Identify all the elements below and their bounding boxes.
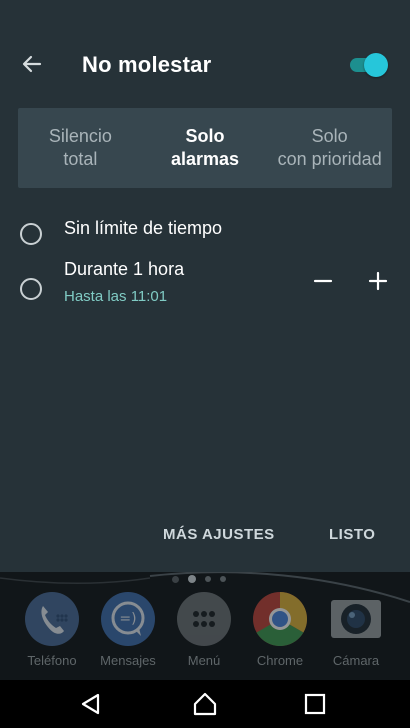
toggle-thumb bbox=[364, 53, 388, 77]
phone-icon bbox=[25, 592, 79, 646]
recents-square-icon bbox=[304, 693, 326, 715]
app-chrome[interactable]: Chrome bbox=[242, 592, 318, 668]
home-screen-dock-area: Teléfono =) Mensajes Menú Chrome Cámara bbox=[0, 572, 410, 680]
more-settings-button[interactable]: MÁS AJUSTES bbox=[163, 526, 275, 543]
home-nav-button[interactable] bbox=[191, 690, 219, 718]
do-not-disturb-panel: No molestar Silencio total Solo alarmas … bbox=[0, 0, 410, 572]
app-label: Mensajes bbox=[100, 653, 156, 668]
app-drawer[interactable]: Menú bbox=[166, 592, 242, 668]
page-indicator bbox=[172, 574, 226, 584]
mode-label: Silencio bbox=[48, 126, 112, 146]
home-icon bbox=[193, 692, 217, 716]
increase-duration-button[interactable] bbox=[364, 267, 392, 295]
page-dot bbox=[220, 576, 226, 582]
app-label: Cámara bbox=[332, 653, 380, 668]
radio-indefinite[interactable] bbox=[20, 223, 42, 245]
camera-icon bbox=[329, 592, 383, 646]
mode-label: total bbox=[63, 149, 98, 169]
app-phone[interactable]: Teléfono bbox=[14, 592, 90, 668]
mode-alarms-only[interactable]: Solo alarmas bbox=[143, 108, 268, 188]
svg-text:=): =) bbox=[119, 611, 136, 627]
recents-nav-button[interactable] bbox=[301, 690, 329, 718]
dialog-actions: MÁS AJUSTES LISTO bbox=[0, 526, 410, 550]
mode-priority-only[interactable]: Solo con prioridad bbox=[267, 108, 392, 188]
option-one-hour[interactable]: Durante 1 hora Hasta las 11:01 bbox=[0, 256, 410, 314]
back-button[interactable] bbox=[18, 50, 46, 78]
app-messages[interactable]: =) Mensajes bbox=[90, 592, 166, 668]
app-camera[interactable]: Cámara bbox=[318, 592, 394, 668]
mode-label: Solo bbox=[185, 126, 225, 146]
mode-total-silence[interactable]: Silencio total bbox=[18, 108, 143, 188]
minus-icon bbox=[313, 279, 333, 283]
back-nav-button[interactable] bbox=[77, 690, 105, 718]
decrease-duration-button[interactable] bbox=[309, 267, 337, 295]
app-label: Teléfono bbox=[27, 653, 77, 668]
messages-icon: =) bbox=[101, 592, 155, 646]
app-dock: Teléfono =) Mensajes Menú Chrome Cámara bbox=[0, 592, 410, 674]
radio-one-hour[interactable] bbox=[20, 278, 42, 300]
mode-label: Solo bbox=[311, 126, 348, 146]
done-button[interactable]: LISTO bbox=[329, 526, 375, 543]
plus-icon bbox=[368, 271, 388, 291]
screen: No molestar Silencio total Solo alarmas … bbox=[0, 0, 410, 728]
mode-label: con prioridad bbox=[277, 149, 382, 169]
back-arrow-icon bbox=[22, 55, 42, 73]
app-label: Chrome bbox=[256, 653, 304, 668]
google-page-dot bbox=[172, 575, 179, 583]
page-title: No molestar bbox=[82, 52, 212, 77]
panel-header: No molestar bbox=[0, 28, 410, 100]
page-dot-current bbox=[188, 575, 196, 583]
app-drawer-icon bbox=[177, 592, 231, 646]
chrome-icon bbox=[253, 592, 308, 647]
mode-label: alarmas bbox=[170, 149, 240, 169]
option-one-hour-label: Durante 1 hora bbox=[64, 259, 185, 279]
option-indefinite[interactable]: Sin límite de tiempo bbox=[0, 214, 410, 254]
back-triangle-icon bbox=[81, 693, 100, 715]
dnd-toggle[interactable] bbox=[348, 52, 390, 78]
navigation-bar bbox=[0, 680, 410, 728]
option-one-hour-until: Hasta las 11:01 bbox=[64, 288, 168, 305]
mode-selector: Silencio total Solo alarmas Solo con pri… bbox=[18, 108, 392, 188]
page-dot bbox=[205, 576, 211, 582]
option-indefinite-label: Sin límite de tiempo bbox=[64, 218, 223, 238]
app-label: Menú bbox=[187, 653, 221, 668]
